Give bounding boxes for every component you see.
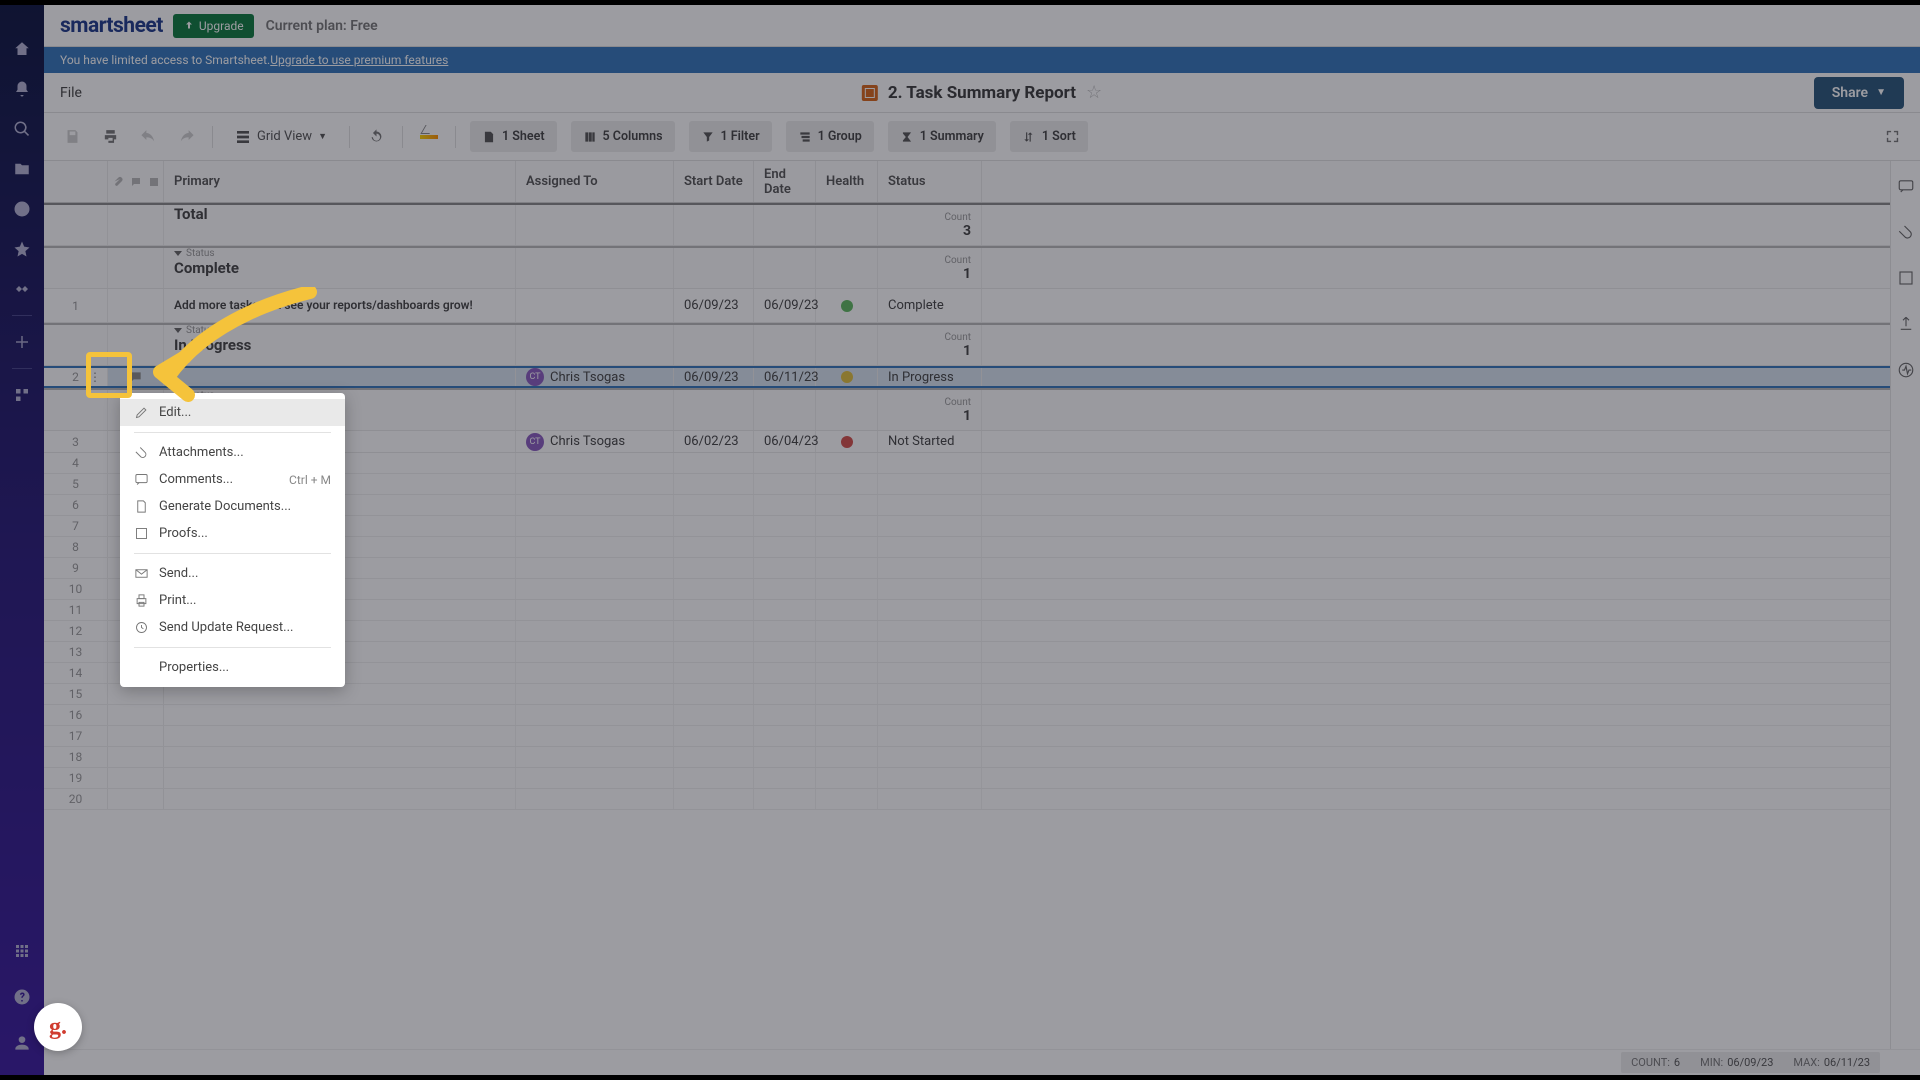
pencil-icon: [134, 405, 149, 420]
ctx-send[interactable]: Send...: [120, 560, 345, 587]
ctx-shortcut: Ctrl + M: [289, 473, 331, 487]
update-icon: [134, 620, 149, 635]
ctx-separator: [134, 432, 331, 433]
ctx-attachments[interactable]: Attachments...: [120, 439, 345, 466]
document-icon: [134, 499, 149, 514]
ctx-proofs[interactable]: Proofs...: [120, 520, 345, 547]
ctx-sendupdate[interactable]: Send Update Request...: [120, 614, 345, 641]
floating-badge[interactable]: g.: [34, 1003, 82, 1051]
row-context-menu: Edit... Attachments... Comments...Ctrl +…: [120, 393, 345, 687]
mail-icon: [134, 566, 149, 581]
highlight-annotation: [86, 352, 132, 398]
ctx-edit[interactable]: Edit...: [120, 399, 345, 426]
comment-icon: [134, 472, 149, 487]
attachment-icon: [134, 445, 149, 460]
proof-icon: [134, 526, 149, 541]
ctx-gendoc[interactable]: Generate Documents...: [120, 493, 345, 520]
ctx-separator: [134, 553, 331, 554]
print-icon: [134, 593, 149, 608]
ctx-properties[interactable]: Properties...: [120, 654, 345, 681]
ctx-separator: [134, 647, 331, 648]
badge-text: g.: [49, 1014, 67, 1041]
ctx-print[interactable]: Print...: [120, 587, 345, 614]
ctx-comments[interactable]: Comments...Ctrl + M: [120, 466, 345, 493]
